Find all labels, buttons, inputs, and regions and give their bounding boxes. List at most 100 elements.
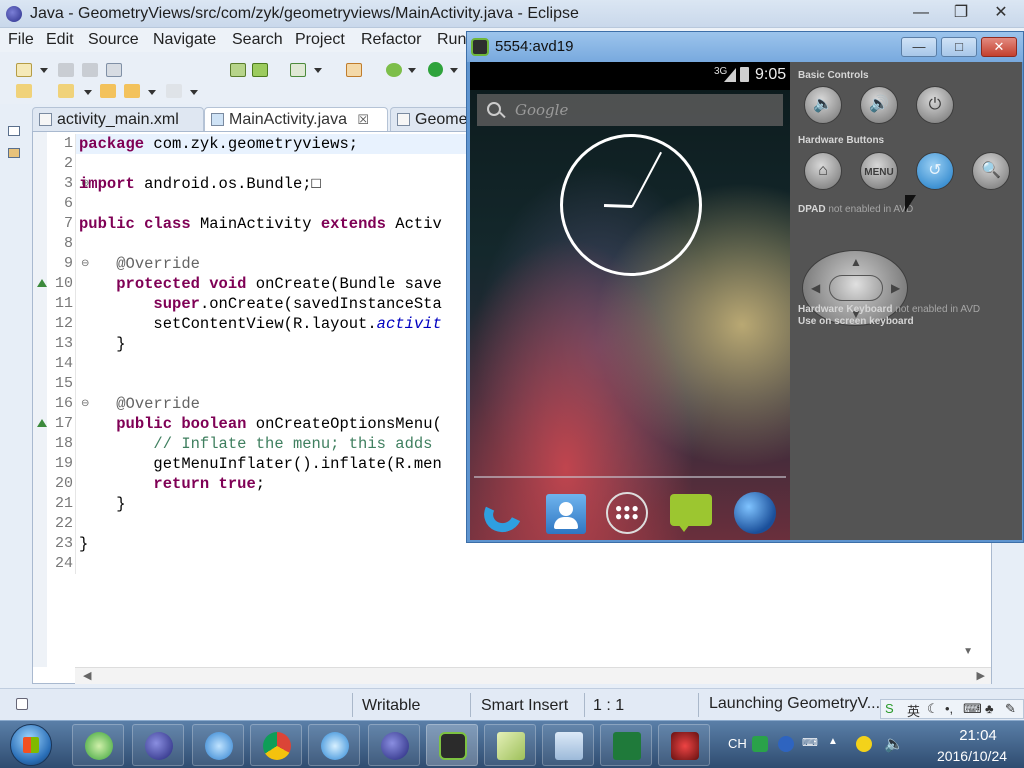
emulator-maximize-button[interactable]: □ bbox=[941, 37, 977, 57]
android-home-screen[interactable]: 3G 9:05 Google ●●● ●●● bbox=[470, 62, 790, 540]
search-button[interactable]: 🔍 bbox=[972, 152, 1010, 190]
taskbar-chrome[interactable] bbox=[250, 724, 302, 766]
home-button[interactable]: ⌂ bbox=[804, 152, 842, 190]
forward-dropdown-icon[interactable] bbox=[190, 90, 198, 95]
google-search-bar[interactable]: Google bbox=[477, 94, 783, 126]
dpad-right-icon: ▶ bbox=[891, 281, 901, 295]
new-icon[interactable] bbox=[16, 63, 32, 77]
taskbar-ie[interactable] bbox=[72, 724, 124, 766]
show-hidden-icons[interactable]: ▲ bbox=[828, 736, 838, 747]
package-explorer-icon[interactable] bbox=[8, 148, 20, 158]
menu-source[interactable]: Source bbox=[88, 31, 139, 49]
menu-project[interactable]: Project bbox=[295, 31, 345, 49]
taskbar-network[interactable] bbox=[192, 724, 244, 766]
debug-icon[interactable] bbox=[386, 63, 402, 77]
menu-file[interactable]: File bbox=[8, 31, 34, 49]
android-sdk-icon[interactable] bbox=[230, 63, 246, 77]
hour-hand bbox=[603, 204, 633, 208]
scroll-down-icon[interactable]: ▼ bbox=[963, 646, 973, 657]
task-dropdown-icon[interactable] bbox=[314, 68, 322, 73]
menu-button[interactable]: MENU bbox=[860, 152, 898, 190]
scroll-left-icon[interactable]: ◀ bbox=[83, 669, 91, 682]
menu-navigate[interactable]: Navigate bbox=[153, 31, 216, 49]
dock-divider bbox=[474, 476, 786, 478]
close-tab-icon[interactable]: ☒ bbox=[357, 112, 369, 127]
app-drawer-icon[interactable]: ●●● ●●● bbox=[604, 490, 650, 536]
forward-icon[interactable] bbox=[166, 84, 182, 98]
sogou-icon[interactable] bbox=[752, 736, 768, 752]
phone-icon[interactable] bbox=[478, 490, 528, 538]
browser-icon[interactable] bbox=[732, 490, 778, 536]
save-icon[interactable] bbox=[58, 63, 74, 77]
horizontal-scrollbar[interactable]: ◀ ▶ bbox=[75, 667, 991, 684]
task-icon[interactable] bbox=[290, 63, 306, 77]
clock-time[interactable]: 21:04 bbox=[942, 727, 1014, 744]
eclipse-icon-2 bbox=[381, 732, 409, 760]
close-button[interactable]: ✕ bbox=[984, 4, 1018, 24]
taskbar-eclipse[interactable] bbox=[132, 724, 184, 766]
maximize-button[interactable]: ❐ bbox=[944, 4, 978, 24]
scroll-right-icon[interactable]: ▶ bbox=[977, 669, 985, 682]
back-button[interactable]: ↺ bbox=[916, 152, 954, 190]
taskbar-emulator[interactable] bbox=[426, 724, 478, 766]
last-edit-icon[interactable] bbox=[100, 84, 116, 98]
analog-clock-widget[interactable] bbox=[560, 134, 702, 276]
ime-chinese-icon[interactable]: 英 bbox=[907, 701, 920, 720]
people-icon[interactable] bbox=[542, 490, 588, 536]
language-indicator[interactable]: CH bbox=[728, 736, 747, 751]
back-icon[interactable] bbox=[124, 84, 140, 98]
security-icon[interactable] bbox=[856, 736, 872, 752]
fast-view-icon[interactable] bbox=[16, 698, 28, 710]
help-icon[interactable] bbox=[778, 736, 794, 752]
menu-refactor[interactable]: Refactor bbox=[361, 31, 421, 49]
menu-run[interactable]: Run bbox=[437, 31, 466, 49]
annotation-dropdown-icon[interactable] bbox=[84, 90, 92, 95]
eclipse-icon bbox=[6, 6, 22, 22]
volume-up-button[interactable]: 🔊 bbox=[860, 86, 898, 124]
ime-punct-icon[interactable]: •, bbox=[945, 701, 953, 716]
ime-logo-icon[interactable]: S bbox=[885, 701, 894, 716]
taskbar-notepad[interactable] bbox=[542, 724, 594, 766]
taskbar-eclipse-2[interactable] bbox=[368, 724, 420, 766]
ime-moon-icon[interactable]: ☾ bbox=[927, 701, 939, 717]
override-marker-icon bbox=[37, 419, 47, 427]
clock-date[interactable]: 2016/10/24 bbox=[920, 748, 1024, 764]
volume-icon[interactable]: 🔈 bbox=[884, 734, 904, 754]
messaging-icon[interactable] bbox=[668, 490, 714, 536]
volume-down-button[interactable]: 🔈 bbox=[804, 86, 842, 124]
next-annotation-icon[interactable] bbox=[16, 84, 32, 98]
progress-status[interactable]: Launching GeometryV... bbox=[709, 695, 880, 713]
menu-search[interactable]: Search bbox=[232, 31, 283, 49]
back-dropdown-icon[interactable] bbox=[148, 90, 156, 95]
taskbar-cloud[interactable] bbox=[308, 724, 360, 766]
restore-icon[interactable] bbox=[8, 126, 20, 136]
start-button[interactable] bbox=[10, 724, 52, 766]
emulator-minimize-button[interactable]: — bbox=[901, 37, 937, 57]
taskbar-notes[interactable] bbox=[484, 724, 536, 766]
minimize-button[interactable]: — bbox=[904, 4, 938, 24]
keyboard-tray-icon[interactable]: ⌨ bbox=[802, 736, 818, 752]
print-icon[interactable] bbox=[106, 63, 122, 77]
new-dropdown-icon[interactable] bbox=[40, 68, 48, 73]
taskbar-media[interactable] bbox=[658, 724, 710, 766]
open-type-icon[interactable] bbox=[346, 63, 362, 77]
run-icon[interactable] bbox=[428, 62, 443, 77]
tab-mainactivity[interactable]: MainActivity.java ☒ bbox=[204, 107, 388, 131]
prev-annotation-icon[interactable] bbox=[58, 84, 74, 98]
java-file-icon bbox=[397, 113, 410, 126]
onscreen-keyboard-link[interactable]: Use on screen keyboard bbox=[798, 316, 914, 327]
insert-mode-status: Smart Insert bbox=[481, 697, 569, 714]
run-dropdown-icon[interactable] bbox=[450, 68, 458, 73]
taskbar-excel[interactable] bbox=[600, 724, 652, 766]
emulator-close-button[interactable]: ✕ bbox=[981, 37, 1017, 57]
tab-activity-main[interactable]: activity_main.xml bbox=[32, 107, 204, 131]
power-button[interactable]: ⏻ bbox=[916, 86, 954, 124]
avd-manager-icon[interactable] bbox=[252, 63, 268, 77]
save-all-icon[interactable] bbox=[82, 63, 98, 77]
debug-dropdown-icon[interactable] bbox=[408, 68, 416, 73]
ime-user-icon[interactable]: ♣ bbox=[985, 701, 994, 716]
ime-keyboard-icon[interactable]: ⌨ bbox=[963, 701, 982, 717]
menu-edit[interactable]: Edit bbox=[46, 31, 74, 49]
tab-geometry[interactable]: Geome bbox=[390, 107, 472, 131]
ime-settings-icon[interactable]: ✎ bbox=[1005, 701, 1016, 717]
